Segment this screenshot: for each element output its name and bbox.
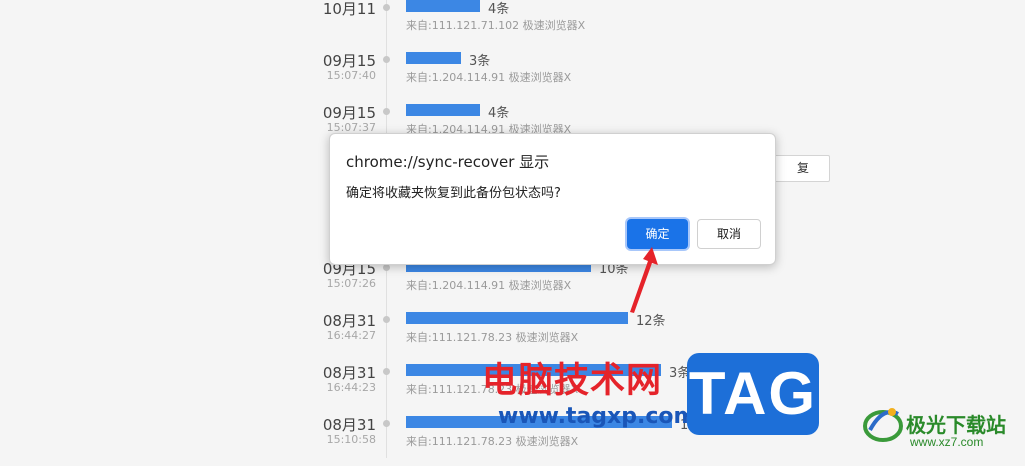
dialog-title: chrome://sync-recover 显示 <box>346 153 550 171</box>
entry-source: 来自:1.204.114.91 极速浏览器X <box>406 279 572 292</box>
entry-time: 16:44:23 <box>326 381 376 394</box>
entry-time: 16:44:27 <box>326 329 376 342</box>
watermark-url: www.tagxp.com <box>498 404 697 429</box>
cancel-button[interactable]: 取消 <box>697 219 761 249</box>
timeline-dot <box>383 368 390 375</box>
confirm-dialog: chrome://sync-recover 显示 确定将收藏夹恢复到此备份包状态… <box>329 133 776 265</box>
entry-time: 15:07:40 <box>326 69 376 82</box>
restore-button[interactable]: 复 <box>772 155 830 182</box>
count-bar <box>406 52 461 64</box>
entry-time: 15:10:58 <box>326 433 376 446</box>
count-bar <box>406 0 480 12</box>
timeline-dot <box>383 4 390 11</box>
entry-date: 08月31 <box>322 416 376 434</box>
entry-date: 09月15 <box>322 104 376 122</box>
annotation-arrow-icon <box>630 247 658 313</box>
tag-logo: TAG <box>687 353 819 435</box>
ok-button[interactable]: 确定 <box>627 219 688 249</box>
timeline-dot <box>383 316 390 323</box>
timeline-dot <box>383 56 390 63</box>
timeline-dot <box>383 108 390 115</box>
timeline-dot <box>383 420 390 427</box>
dialog-message: 确定将收藏夹恢复到此备份包状态吗? <box>346 186 561 201</box>
list-item: 09月15 15:07:40 3条 来自:1.204.114.91 极速浏览器X <box>0 50 1025 102</box>
entry-source: 来自:1.204.114.91 极速浏览器X <box>406 71 572 84</box>
watermark-text: 电脑技术网 <box>482 361 663 401</box>
entry-date: 08月31 <box>322 312 376 330</box>
timeline-dot <box>383 264 390 271</box>
entry-count: 4条 <box>488 2 510 17</box>
entry-date: 10月11 <box>322 0 376 18</box>
site-logo-icon <box>863 408 903 442</box>
site-url: www.xz7.com <box>910 435 984 449</box>
entry-source: 来自:111.121.78.23 极速浏览器X <box>406 435 579 448</box>
entry-count: 4条 <box>488 106 510 121</box>
entry-source: 来自:111.121.71.102 极速浏览器X <box>406 19 586 32</box>
entry-date: 08月31 <box>322 364 376 382</box>
count-bar <box>406 104 480 116</box>
site-name: 极光下载站 <box>906 413 1006 437</box>
entry-source: 来自:111.121.78.23 极速浏览器X <box>406 331 579 344</box>
entry-time: 15:07:26 <box>326 277 376 290</box>
list-item: 09月15 15:07:26 10条 来自:1.204.114.91 极速浏览器… <box>0 258 1025 310</box>
count-bar <box>406 312 628 324</box>
list-item: 10月11 4条 来自:111.121.71.102 极速浏览器X <box>0 0 1025 50</box>
entry-count: 3条 <box>469 54 491 69</box>
entry-date: 09月15 <box>322 52 376 70</box>
